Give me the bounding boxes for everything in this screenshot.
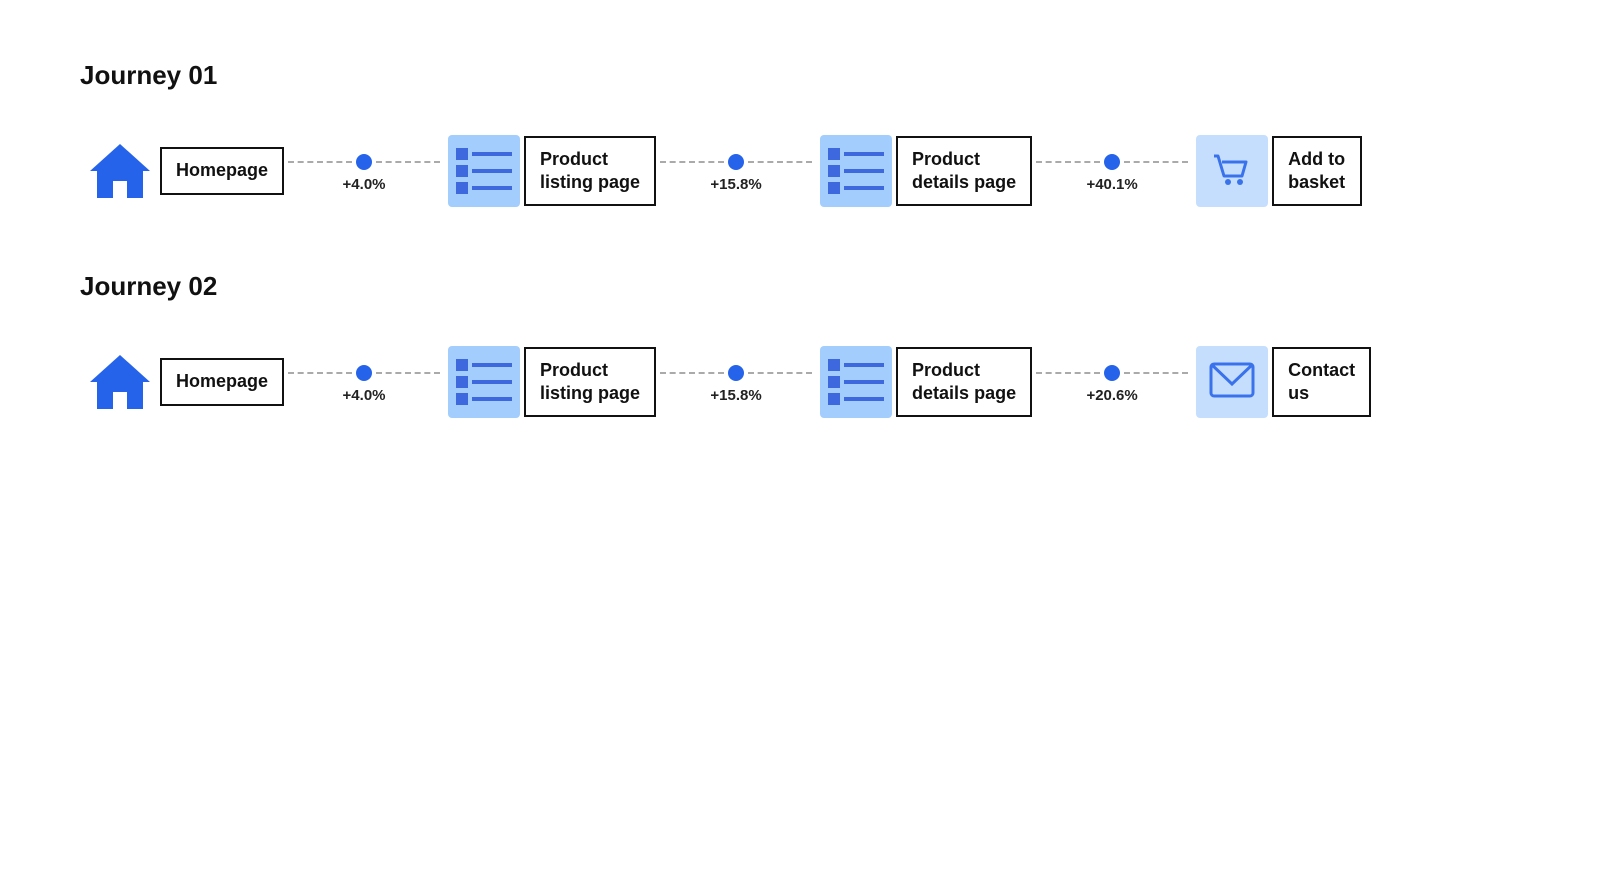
- connector-label-j2-3: +20.6%: [1086, 387, 1137, 404]
- home-icon-j1: [80, 131, 160, 211]
- connector-dot-j2-3: [1104, 365, 1120, 381]
- dotted-line-j2-3b: [1124, 372, 1188, 374]
- node-add-to-basket-j1: Add tobasket: [1192, 131, 1362, 211]
- list-page-icon-details-j1: [816, 131, 896, 211]
- homepage-label-j2: Homepage: [160, 358, 284, 405]
- dotted-line-j1-2: [660, 161, 724, 163]
- cart-icon-j1: [1192, 131, 1272, 211]
- dotted-line-j2-1b: [376, 372, 440, 374]
- connector-j2-2: +15.8%: [656, 361, 816, 404]
- connector-dot-j2-1: [356, 365, 372, 381]
- add-to-basket-label-j1: Add tobasket: [1272, 136, 1362, 207]
- dotted-line-j1-3b: [1124, 161, 1188, 163]
- connector-label-j1-2: +15.8%: [710, 176, 761, 193]
- node-homepage-j2: Homepage: [80, 342, 284, 422]
- list-page-icon-j2: [444, 342, 524, 422]
- product-listing-label-j1: Productlisting page: [524, 136, 656, 207]
- connector-label-j1-3: +40.1%: [1086, 176, 1137, 193]
- list-page-icon-details-j2: [816, 342, 896, 422]
- node-contact-us-j2: Contactus: [1192, 342, 1371, 422]
- connector-j1-3: +40.1%: [1032, 150, 1192, 193]
- dotted-line-j2-3: [1036, 372, 1100, 374]
- connector-dot-j1-3: [1104, 154, 1120, 170]
- journey-01-title: Journey 01: [80, 60, 1521, 91]
- dotted-line-j2-2: [660, 372, 724, 374]
- dotted-line-j2-2b: [748, 372, 812, 374]
- journey-02-flow: Homepage +4.0% Productlisting page: [80, 342, 1521, 422]
- connector-j1-1: +4.0%: [284, 150, 444, 193]
- contact-us-label-j2: Contactus: [1272, 347, 1371, 418]
- connector-j1-2: +15.8%: [656, 150, 816, 193]
- connector-label-j2-2: +15.8%: [710, 387, 761, 404]
- dotted-line-j1-3: [1036, 161, 1100, 163]
- connector-label-j2-1: +4.0%: [343, 387, 386, 404]
- product-listing-label-j2: Productlisting page: [524, 347, 656, 418]
- journey-01-section: Journey 01 Homepage +4.0%: [80, 60, 1521, 211]
- journey-02-section: Journey 02 Homepage +4.0%: [80, 271, 1521, 422]
- connector-dot-j1-2: [728, 154, 744, 170]
- list-page-icon-j1: [444, 131, 524, 211]
- home-icon-j2: [80, 342, 160, 422]
- homepage-label-j1: Homepage: [160, 147, 284, 194]
- dotted-line-j2-1: [288, 372, 352, 374]
- node-product-listing-j1: Productlisting page: [444, 131, 656, 211]
- node-product-details-j2: Productdetails page: [816, 342, 1032, 422]
- journey-02-title: Journey 02: [80, 271, 1521, 302]
- dotted-line-j1-1: [288, 161, 352, 163]
- node-product-listing-j2: Productlisting page: [444, 342, 656, 422]
- dotted-line-j1-2b: [748, 161, 812, 163]
- node-homepage-j1: Homepage: [80, 131, 284, 211]
- connector-j2-1: +4.0%: [284, 361, 444, 404]
- connector-dot-j1-1: [356, 154, 372, 170]
- product-details-label-j2: Productdetails page: [896, 347, 1032, 418]
- connector-dot-j2-2: [728, 365, 744, 381]
- dotted-line-j1-1b: [376, 161, 440, 163]
- connector-j2-3: +20.6%: [1032, 361, 1192, 404]
- connector-label-j1-1: +4.0%: [343, 176, 386, 193]
- journey-01-flow: Homepage +4.0% Productlisting page: [80, 131, 1521, 211]
- mail-icon-j2: [1192, 342, 1272, 422]
- product-details-label-j1: Productdetails page: [896, 136, 1032, 207]
- node-product-details-j1: Productdetails page: [816, 131, 1032, 211]
